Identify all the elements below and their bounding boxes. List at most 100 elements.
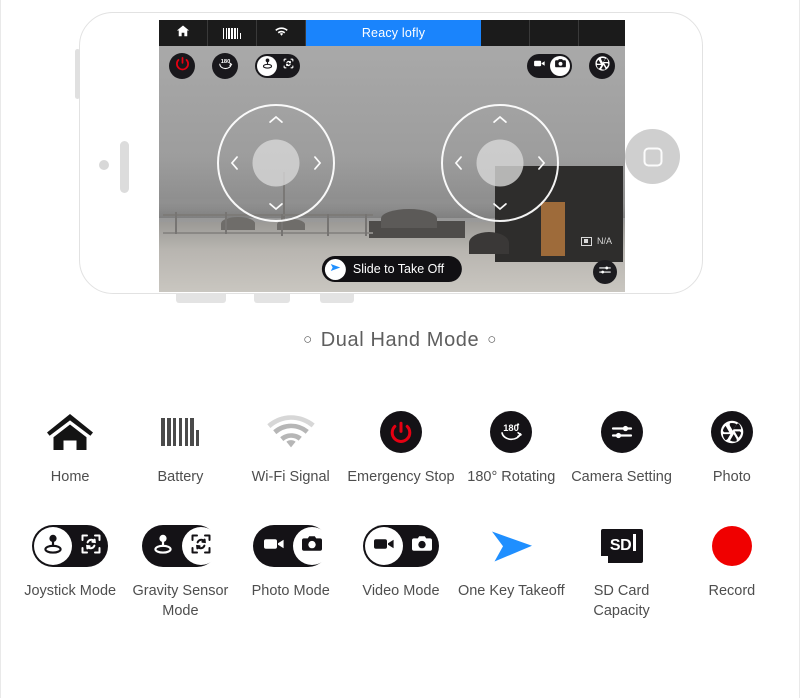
phone-bottom-tab <box>254 293 290 303</box>
joystick-gravity-toggle[interactable] <box>142 525 221 567</box>
legend-item-camera-setting[interactable]: Camera Setting <box>566 404 676 488</box>
status-home-button[interactable] <box>159 20 208 46</box>
chevron-up-icon <box>492 114 509 125</box>
status-wifi-indicator[interactable] <box>257 20 306 46</box>
legend-item-record[interactable]: Record <box>677 518 787 621</box>
legend-row-secondary: Joystick Mode Gravity Sensor Mode Photo … <box>15 518 787 621</box>
status-empty-cell[interactable] <box>530 20 579 46</box>
video-mode-segment[interactable] <box>529 56 549 76</box>
legend-label: 180° Rotating <box>467 469 556 485</box>
legend-item-sd-card-capacity[interactable]: SD SD Card Capacity <box>566 518 676 621</box>
legend-item-gravity-sensor-mode[interactable]: Gravity Sensor Mode <box>125 518 235 621</box>
rotate-180-icon: 180 <box>216 54 235 78</box>
video-mode-segment[interactable] <box>255 527 293 565</box>
sd-card-icon: SD <box>600 529 643 563</box>
caption-text: Dual Hand Mode <box>320 329 480 351</box>
sd-card-value: N/A <box>596 236 612 246</box>
sd-card-icon <box>580 236 592 246</box>
gravity-mode-segment[interactable] <box>278 56 298 76</box>
record-dot-icon <box>711 526 752 566</box>
emergency-stop-icon-wrap <box>379 404 422 460</box>
right-joystick[interactable] <box>441 104 559 222</box>
joystick-mode-segment[interactable] <box>34 527 73 565</box>
joystick-icon <box>151 532 175 561</box>
right-joystick-knob[interactable] <box>476 139 524 187</box>
play-arrow-icon <box>329 261 342 277</box>
camera-settings-button[interactable] <box>593 260 617 284</box>
photo-shutter-button[interactable] <box>589 53 615 79</box>
legend-item-photo[interactable]: Photo <box>677 404 787 488</box>
legend-item-joystick-mode[interactable]: Joystick Mode <box>15 518 125 621</box>
photo-icon-wrap <box>710 404 753 460</box>
legend-label: One Key Takeoff <box>457 583 565 599</box>
chevron-left-icon <box>229 155 240 172</box>
home-icon <box>176 24 190 43</box>
camera-setting-icon-wrap <box>600 404 643 460</box>
legend-label: Joystick Mode <box>24 583 117 599</box>
left-joystick-knob[interactable] <box>252 139 300 187</box>
legend-item-video-mode[interactable]: Video Mode <box>346 518 456 621</box>
video-photo-toggle[interactable] <box>362 525 441 567</box>
slide-to-takeoff-label: Slide to Take Off <box>352 262 445 276</box>
svg-text:180: 180 <box>220 59 230 65</box>
legend-label: Battery <box>157 469 204 485</box>
photo-camera-icon <box>410 532 434 561</box>
legend-label: Video Mode <box>362 583 440 599</box>
legend-label: Emergency Stop <box>347 469 455 485</box>
play-arrow-icon <box>488 518 534 574</box>
video-photo-toggle[interactable] <box>252 525 331 567</box>
joystick-gravity-toggle[interactable] <box>32 525 110 567</box>
rotate-180-button[interactable]: 180 <box>212 53 238 79</box>
status-bar-spacer <box>579 20 625 46</box>
rotate-180-icon-wrap: 180 <box>490 404 533 460</box>
joystick-mode-segment[interactable] <box>144 527 182 565</box>
gravity-mode-segment[interactable] <box>72 527 110 565</box>
status-empty-cell[interactable] <box>481 20 530 46</box>
battery-icon <box>161 418 200 446</box>
photo-mode-segment[interactable] <box>292 527 331 565</box>
slide-to-takeoff-slider[interactable]: Slide to Take Off <box>321 256 463 282</box>
video-photo-toggle[interactable] <box>527 54 572 78</box>
chevron-right-icon <box>536 155 547 172</box>
aperture-icon <box>710 411 753 453</box>
legend-label: SD Card Capacity <box>593 583 650 619</box>
app-control-row: 180 <box>159 46 625 86</box>
legend-item-emergency-stop[interactable]: Emergency Stop <box>346 404 456 488</box>
video-camera-icon <box>262 532 286 561</box>
legend-item-home[interactable]: Home <box>15 404 125 488</box>
video-camera-icon <box>372 532 396 561</box>
joystick-mode-icon-wrap <box>32 518 110 574</box>
legend-item-one-key-takeoff[interactable]: One Key Takeoff <box>456 518 566 621</box>
mode-caption: ○ Dual Hand Mode ○ <box>1 329 799 352</box>
legend-item-180-rotating[interactable]: 180 180° Rotating <box>456 404 566 488</box>
sliders-icon <box>600 411 643 453</box>
photo-mode-icon-wrap <box>252 518 331 574</box>
phone-home-button[interactable] <box>625 129 680 184</box>
legend-item-wifi[interactable]: Wi-Fi Signal <box>236 404 346 488</box>
chevron-down-icon <box>492 201 509 212</box>
viewfinder-fence-post <box>365 214 367 236</box>
sd-card-badge: SD <box>609 537 632 554</box>
left-joystick[interactable] <box>217 104 335 222</box>
emergency-stop-button[interactable] <box>169 53 195 79</box>
svg-text:180: 180 <box>503 423 519 433</box>
legend-item-battery[interactable]: Battery <box>125 404 235 488</box>
volume-button[interactable] <box>75 49 80 99</box>
sd-card-icon-wrap: SD <box>600 518 643 574</box>
status-battery-indicator[interactable] <box>208 20 257 46</box>
video-mode-segment[interactable] <box>364 527 403 565</box>
photo-mode-segment[interactable] <box>550 56 570 76</box>
slide-knob[interactable] <box>324 258 346 280</box>
joystick-gravity-toggle[interactable] <box>255 54 300 78</box>
gravity-sensor-icon <box>79 532 103 561</box>
sliders-icon <box>598 263 612 282</box>
gravity-mode-segment[interactable] <box>182 527 221 565</box>
photo-mode-segment[interactable] <box>403 527 441 565</box>
chevron-left-icon <box>453 155 464 172</box>
joystick-mode-segment[interactable] <box>257 56 277 76</box>
gravity-sensor-icon <box>282 57 295 75</box>
control-right-group <box>527 53 615 79</box>
legend-item-photo-mode[interactable]: Photo Mode <box>236 518 346 621</box>
legend-row-primary: Home Battery Wi-Fi Signal Emergency Stop… <box>15 404 787 488</box>
legend-label: Wi-Fi Signal <box>251 469 330 485</box>
